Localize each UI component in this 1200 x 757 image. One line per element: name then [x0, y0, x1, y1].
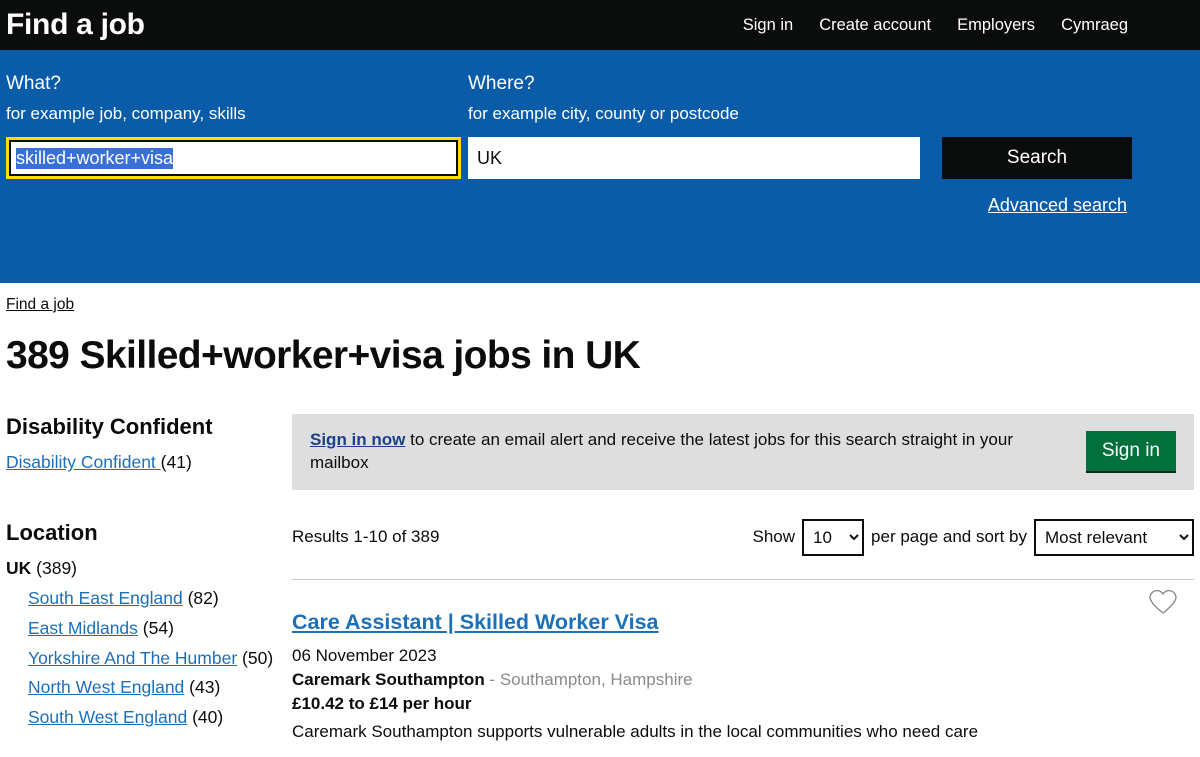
what-hint: for example job, company, skills: [6, 103, 246, 123]
breadcrumb-link-find-a-job[interactable]: Find a job: [6, 296, 74, 313]
email-alert-text: Sign in now to create an email alert and…: [310, 429, 1086, 475]
where-hint: for example city, county or postcode: [468, 103, 739, 123]
sort-by-select[interactable]: Most relevant Date posted Salary: [1034, 518, 1194, 556]
job-description: Caremark Southampton supports vulnerable…: [292, 721, 979, 741]
header-nav: Sign in Create account Employers Cymraeg: [743, 16, 1188, 35]
breadcrumb: Find a job: [6, 296, 1194, 314]
filters-sidebar: Disability Confident Disability Confiden…: [6, 414, 292, 742]
email-alert-body: to create an email alert and receive the…: [310, 429, 1013, 472]
facet-item-south-east-england: South East England (82): [6, 584, 292, 614]
show-label: Show: [752, 527, 796, 547]
results-controls: Results 1-10 of 389 Show 10 20 50 100 pe…: [292, 518, 1194, 556]
nav-link-sign-in[interactable]: Sign in: [743, 16, 793, 35]
facet-count-north-west-england: (43): [189, 677, 221, 698]
facet-heading-location: Location: [6, 520, 98, 546]
facet-count-disability-confident: (41): [160, 452, 192, 473]
facet-item-east-midlands: East Midlands (54): [6, 614, 292, 644]
job-company-name: Caremark Southampton: [292, 669, 485, 689]
per-page-select[interactable]: 10 20 50 100: [802, 518, 865, 556]
where-field-group: Where? for example city, county or postc…: [468, 72, 928, 179]
facet-link-north-west-england[interactable]: North West England: [28, 677, 184, 697]
facet-count-south-east-england: (82): [187, 588, 219, 609]
job-date: 06 November 2023: [292, 645, 437, 665]
content-columns: Disability Confident Disability Confiden…: [6, 413, 1194, 742]
per-page-label: per page and sort by: [871, 527, 1027, 547]
facet-item-north-west-england: North West England (43): [6, 673, 292, 703]
what-label: What?: [6, 73, 61, 94]
facet-item-yorkshire-and-the-humber: Yorkshire And The Humber (50): [6, 644, 292, 674]
heart-outline-icon: [1149, 589, 1177, 614]
search-button[interactable]: Search: [942, 137, 1132, 179]
job-separator: -: [484, 669, 500, 689]
advanced-search-row: Advanced search: [0, 195, 1200, 216]
search-button-group: . . Search: [928, 72, 1132, 179]
results-column: Sign in now to create an email alert and…: [292, 413, 1194, 742]
page-title: 389 Skilled+worker+visa jobs in UK: [6, 334, 641, 377]
job-result-item: Care Assistant | Skilled Worker Visa 06 …: [292, 580, 1194, 742]
job-title-link[interactable]: Care Assistant | Skilled Worker Visa: [292, 610, 659, 635]
what-search-input[interactable]: [9, 140, 458, 176]
facet-item-south-west-england: South West England (40): [6, 703, 292, 733]
facet-link-disability-confident[interactable]: Disability Confident: [6, 452, 161, 472]
facet-item-disability-confident: Disability Confident (41): [6, 448, 292, 478]
facet-link-south-west-england[interactable]: South West England: [28, 707, 187, 727]
facet-count-south-west-england: (40): [192, 707, 224, 728]
what-field-group: What? for example job, company, skills: [6, 72, 468, 179]
results-count: Results 1-10 of 389: [292, 527, 440, 547]
facet-count-east-midlands: (54): [142, 617, 174, 638]
facet-link-east-midlands[interactable]: East Midlands: [28, 618, 138, 638]
facet-link-south-east-england[interactable]: South East England: [28, 588, 183, 608]
site-header: Find a job Sign in Create account Employ…: [0, 0, 1200, 50]
job-company: Caremark Southampton - Southampton, Hamp…: [292, 670, 1194, 690]
facet-label-uk: UK: [6, 558, 32, 579]
where-search-input[interactable]: [468, 137, 920, 179]
facet-count-yorkshire-and-the-humber: (50): [242, 647, 274, 668]
page-body: Find a job 389 Skilled+worker+visa jobs …: [0, 296, 1200, 742]
sign-in-button[interactable]: Sign in: [1085, 430, 1176, 473]
what-input-focus-ring: [6, 137, 461, 179]
search-band: What? for example job, company, skills W…: [0, 50, 1200, 283]
advanced-search-link[interactable]: Advanced search: [988, 195, 1127, 215]
site-title: Find a job: [6, 8, 145, 41]
sign-in-now-link[interactable]: Sign in now: [310, 430, 405, 449]
nav-link-create-account[interactable]: Create account: [819, 16, 931, 35]
email-alert-banner: Sign in now to create an email alert and…: [292, 413, 1194, 490]
nav-link-employers[interactable]: Employers: [957, 16, 1035, 35]
nav-link-cymraeg[interactable]: Cymraeg: [1061, 16, 1128, 35]
job-salary: £10.42 to £14 per hour: [292, 693, 472, 713]
save-job-button[interactable]: [1148, 588, 1178, 616]
sort-controls: Show 10 20 50 100 per page and sort by M…: [752, 518, 1194, 556]
facet-item-location-uk: UK (389): [6, 554, 292, 584]
job-location: Southampton, Hampshire: [499, 669, 693, 689]
where-label: Where?: [468, 73, 535, 94]
facet-count-uk: (389): [36, 558, 78, 579]
facet-link-yorkshire-and-the-humber[interactable]: Yorkshire And The Humber: [28, 648, 237, 668]
facet-heading-disability-confident: Disability Confident: [6, 413, 213, 439]
